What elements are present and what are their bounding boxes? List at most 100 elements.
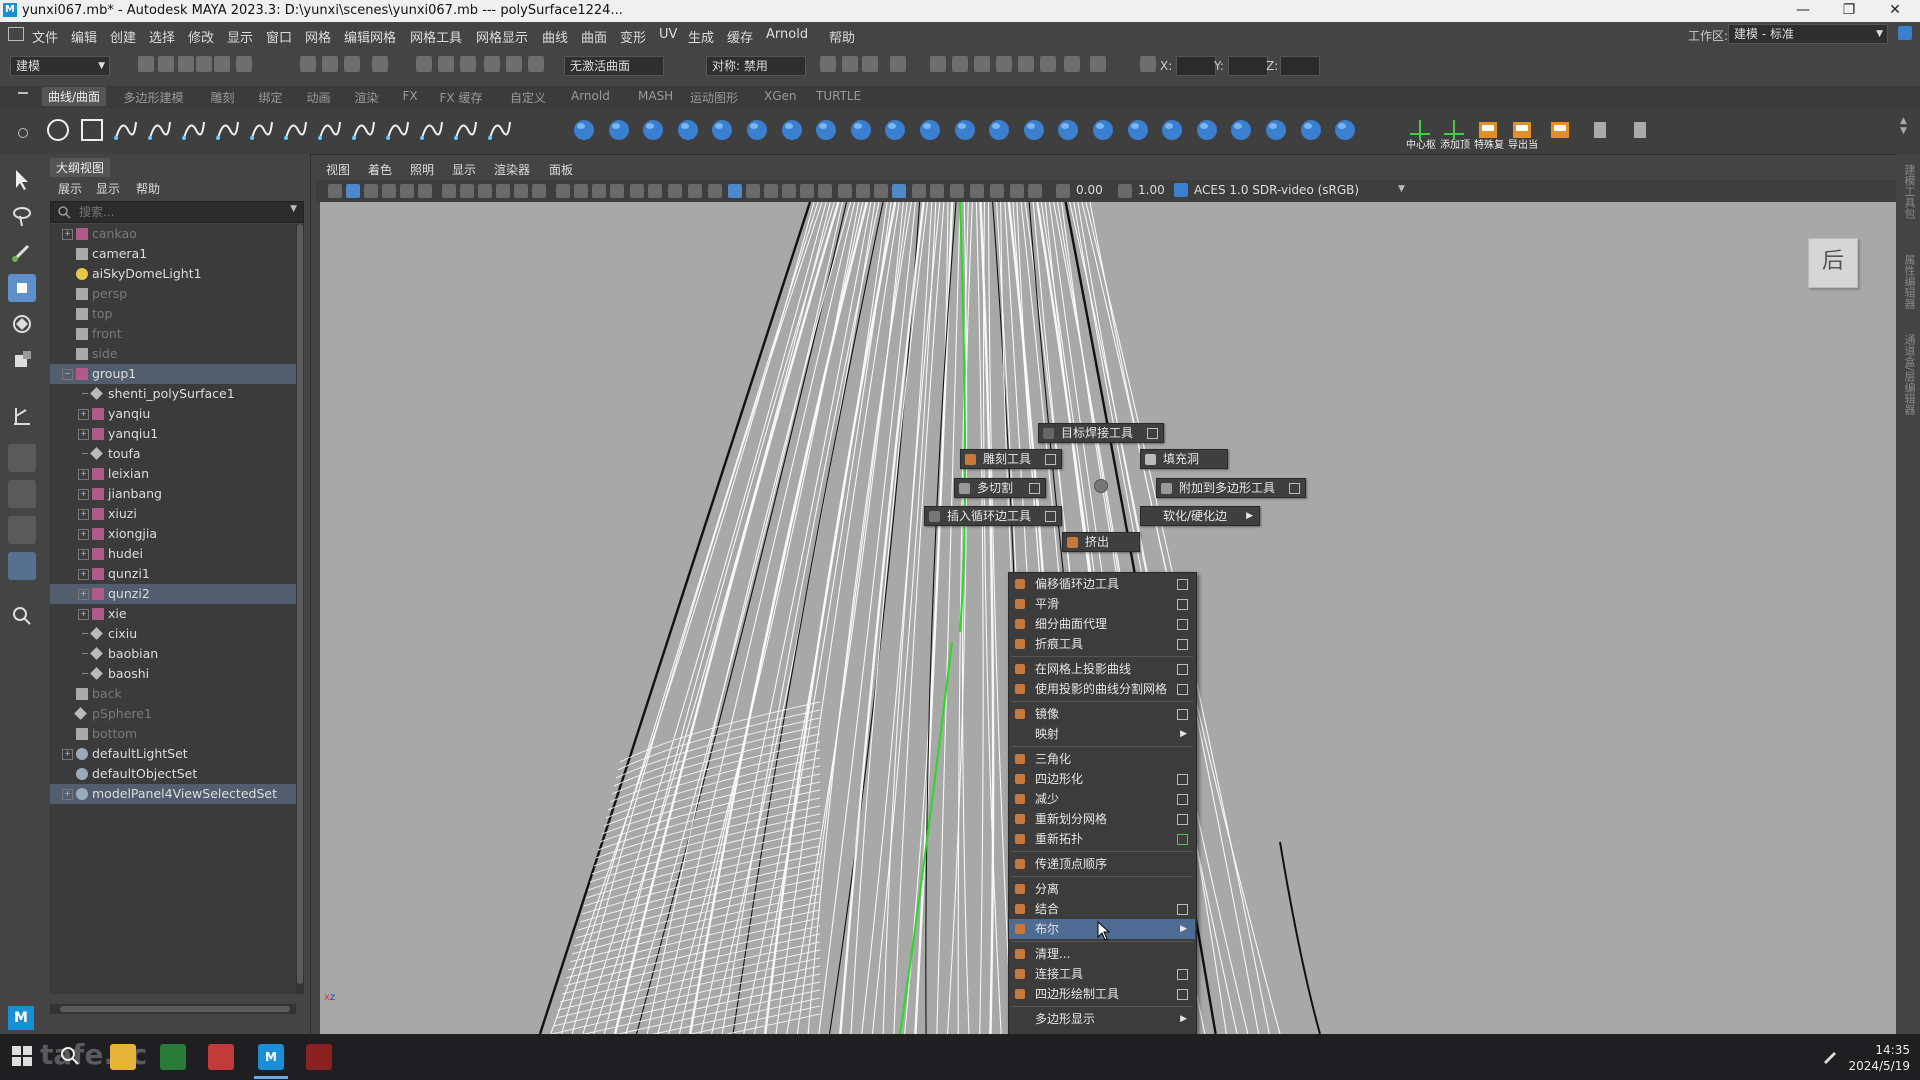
home-icon[interactable] — [8, 27, 24, 41]
viewport-tool-icon[interactable] — [912, 184, 926, 198]
exposure-icon[interactable] — [1056, 184, 1070, 198]
outliner-item-xiuzi[interactable]: + xiuzi — [50, 504, 296, 524]
viewport-tool-icon[interactable] — [574, 184, 588, 198]
viewport-tool-icon[interactable] — [442, 184, 456, 198]
option-box-icon[interactable] — [1177, 904, 1188, 915]
outliner-menu-display[interactable]: 显示 — [96, 180, 120, 197]
helix-icon[interactable] — [881, 116, 909, 144]
menu-10[interactable]: 网格显示 — [476, 27, 528, 46]
status-tool-icon[interactable] — [996, 56, 1012, 72]
outliner-item-front[interactable]: front — [50, 324, 296, 344]
viewport-tool-icon[interactable] — [930, 184, 944, 198]
expand-icon[interactable]: + — [78, 509, 89, 520]
outliner-item-hudei[interactable]: + hudei — [50, 544, 296, 564]
viewport-tool-icon[interactable] — [708, 184, 722, 198]
ctx-item-15[interactable]: 重新拓扑 — [1009, 829, 1195, 849]
extrude-surface-icon[interactable] — [1020, 116, 1048, 144]
viewport-tool-icon[interactable] — [990, 184, 1004, 198]
ctx-item-25[interactable]: 四边形绘制工具 — [1009, 984, 1195, 1004]
status-tool-icon[interactable] — [862, 56, 878, 72]
expand-icon[interactable]: + — [78, 529, 89, 540]
pin-icon[interactable] — [1586, 116, 1614, 144]
viewport-tool-icon[interactable] — [382, 184, 396, 198]
workspace-dropdown[interactable]: 建模 - 标准 ▼ — [1728, 24, 1888, 44]
menu-3[interactable]: 选择 — [149, 27, 175, 46]
windows-start-icon[interactable] — [12, 1046, 32, 1066]
status-tool-icon[interactable] — [322, 56, 338, 72]
plane-icon[interactable] — [708, 116, 736, 144]
shelf-tab-6[interactable]: FX — [403, 89, 418, 103]
tab-modeling-toolkit[interactable]: 建模工具包 — [1901, 164, 1917, 219]
menu-14[interactable]: UV — [659, 27, 677, 42]
maya-home-icon[interactable]: M — [8, 1006, 34, 1030]
outliner-item-group1[interactable]: − group1 — [50, 364, 296, 384]
expand-icon[interactable]: + — [78, 609, 89, 620]
trim-icon[interactable] — [1331, 116, 1359, 144]
mm-insert-edge-loop[interactable]: 插入循环边工具 — [924, 506, 1062, 526]
viewport-tool-icon[interactable] — [364, 184, 378, 198]
lock-icon[interactable] — [1898, 26, 1912, 40]
viewport-tool-icon[interactable] — [648, 184, 662, 198]
viewport-tool-icon[interactable] — [874, 184, 888, 198]
outliner-search-input[interactable] — [77, 203, 281, 221]
sphere-icon[interactable] — [570, 116, 598, 144]
ctx-item-24[interactable]: 连接工具 — [1009, 964, 1195, 984]
viewport-menu-5[interactable]: 面板 — [549, 161, 573, 178]
bevel-icon[interactable] — [1158, 116, 1186, 144]
status-tool-icon[interactable] — [890, 56, 906, 72]
sculpt-surface-icon[interactable] — [1297, 116, 1325, 144]
curve-rebuild-icon[interactable] — [486, 116, 514, 144]
select-tool-icon[interactable] — [8, 166, 36, 194]
outliner-item-psphere1[interactable]: pSphere1 — [50, 704, 296, 724]
outliner-item-jianbang[interactable]: + jianbang — [50, 484, 296, 504]
y-field[interactable] — [1228, 56, 1268, 76]
option-box-icon[interactable] — [1147, 428, 1158, 439]
viewport-tool-icon[interactable] — [838, 184, 852, 198]
export-icon[interactable] — [1508, 116, 1536, 144]
surface-fillet-icon[interactable] — [1227, 116, 1255, 144]
outliner-item-defaultobjectset[interactable]: defaultObjectSet — [50, 764, 296, 784]
shelf-scroll-arrows[interactable]: ▲ ▼ — [1900, 116, 1910, 146]
menu-8[interactable]: 编辑网格 — [344, 27, 396, 46]
viewport-tool-icon[interactable] — [592, 184, 606, 198]
status-tool-icon[interactable] — [930, 56, 946, 72]
circle-curve-icon[interactable] — [44, 116, 72, 144]
shelf-settings-icon[interactable] — [18, 128, 28, 138]
stitch-icon[interactable] — [1262, 116, 1290, 144]
status-tool-icon[interactable] — [416, 56, 432, 72]
maya-m-icon[interactable] — [1626, 116, 1654, 144]
special-duplicate-icon[interactable] — [1474, 116, 1502, 144]
arc-tool-icon[interactable] — [282, 116, 310, 144]
lasso-tool-icon[interactable] — [8, 202, 36, 230]
status-tool-icon[interactable] — [1040, 56, 1056, 72]
shelf-tab-12[interactable]: XGen — [764, 89, 797, 103]
ctx-item-13[interactable]: 减少 — [1009, 789, 1195, 809]
pipe-icon[interactable] — [847, 116, 875, 144]
mm-multi-cut[interactable]: 多切割 — [954, 478, 1046, 498]
scale-tool-icon[interactable] — [8, 346, 36, 374]
paint-select-tool-icon[interactable] — [8, 238, 36, 266]
option-box-icon[interactable] — [1177, 684, 1188, 695]
three-point-arc-icon[interactable] — [316, 116, 344, 144]
outliner-item-cixiu[interactable]: cixiu — [50, 624, 296, 644]
loft-icon[interactable] — [951, 116, 979, 144]
option-box-icon[interactable] — [1177, 969, 1188, 980]
close-button[interactable]: ✕ — [1872, 0, 1918, 22]
ctx-item-1[interactable]: 平滑 — [1009, 594, 1195, 614]
viewport-tool-icon[interactable] — [610, 184, 624, 198]
square-surface-icon[interactable] — [1124, 116, 1152, 144]
ctx-item-2[interactable]: 细分曲面代理 — [1009, 614, 1195, 634]
shelf-tab-9[interactable]: Arnold — [571, 89, 610, 103]
spiral-icon[interactable] — [812, 116, 840, 144]
viewport-tool-icon[interactable] — [950, 184, 964, 198]
option-box-icon[interactable] — [1045, 511, 1056, 522]
mm-soften-harden-edge[interactable]: 软化/硬化边 ▶ — [1140, 506, 1260, 526]
viewport-tool-icon[interactable] — [460, 184, 474, 198]
menu-0[interactable]: 文件 — [32, 27, 58, 46]
outliner-item-modelpanel4viewselectedset[interactable]: + modelPanel4ViewSelectedSet — [50, 784, 296, 804]
tab-attribute-editor[interactable]: 属性编辑器 — [1901, 254, 1917, 309]
option-box-icon[interactable] — [1177, 774, 1188, 785]
menu-12[interactable]: 曲面 — [581, 27, 607, 46]
z-field[interactable] — [1280, 56, 1320, 76]
shelf-tab-4[interactable]: 动画 — [307, 89, 331, 106]
